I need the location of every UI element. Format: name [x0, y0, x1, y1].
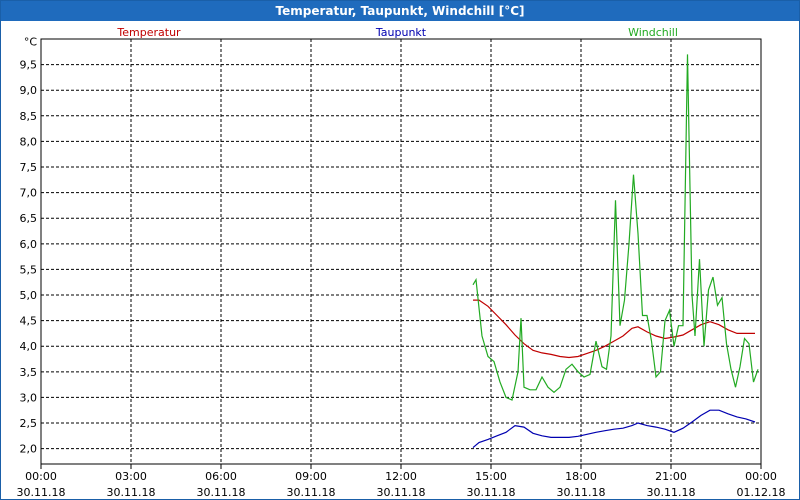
- y-tick-label: 5,5: [20, 263, 38, 276]
- x-tick-date: 30.11.18: [467, 486, 516, 499]
- series-line-temperatur: [473, 299, 755, 359]
- y-tick-label: 8,0: [20, 135, 38, 148]
- legend-taupunkt: Taupunkt: [375, 26, 427, 39]
- chart-svg: 2,0 2,5 3,0 3,5 4,0 4,5 5,0 5,5 6,0 6,5 7,0 7,5 8,0 8…: [17, 26, 786, 499]
- y-tick-label: 9,0: [20, 84, 38, 97]
- x-tick-time: 00:00: [25, 470, 57, 483]
- y-tick-label: 8,5: [20, 110, 38, 123]
- x-tick-time: 18:00: [565, 470, 597, 483]
- x-tick-time: 06:00: [205, 470, 237, 483]
- x-tick-date: 30.11.18: [287, 486, 336, 499]
- y-axis-unit: °C: [24, 36, 38, 49]
- y-tick-label: 3,5: [20, 366, 38, 379]
- legend-windchill: Windchill: [628, 26, 678, 39]
- x-tick-date: 30.11.18: [377, 486, 426, 499]
- y-tick-label: 4,5: [20, 315, 38, 328]
- x-tick-date: 30.11.18: [17, 486, 66, 499]
- x-tick-time: 21:00: [655, 470, 687, 483]
- legend-temperatur: Temperatur: [116, 26, 181, 39]
- y-tick-label: 9,5: [20, 59, 38, 72]
- x-tick-date: 30.11.18: [557, 486, 606, 499]
- y-tick-label: 6,0: [20, 238, 38, 251]
- y-tick-label: 7,5: [20, 161, 38, 174]
- x-tick-time: 00:00: [745, 470, 777, 483]
- x-tick-date: 01.12.18: [737, 486, 786, 499]
- x-tick-time: 12:00: [385, 470, 417, 483]
- y-tick-label: 7,0: [20, 187, 38, 200]
- series-line-windchill: [472, 54, 759, 401]
- x-tick-date: 30.11.18: [107, 486, 156, 499]
- y-tick-label: 5,0: [20, 289, 38, 302]
- y-tick-label: 3,0: [20, 391, 38, 404]
- x-tick-date: 30.11.18: [197, 486, 246, 499]
- window-title: Temperatur, Taupunkt, Windchill [°C]: [1, 1, 799, 21]
- y-tick-label: 2,5: [20, 417, 38, 430]
- x-tick-time: 03:00: [115, 470, 147, 483]
- chart-window: Temperatur, Taupunkt, Windchill [°C] 2,0…: [0, 0, 800, 500]
- series-line-taupunkt: [472, 409, 756, 449]
- y-tick-label: 4,0: [20, 340, 38, 353]
- x-tick-time: 09:00: [295, 470, 327, 483]
- x-tick-time: 15:00: [475, 470, 507, 483]
- y-tick-label: 6,5: [20, 212, 38, 225]
- y-tick-label: 2,0: [20, 443, 38, 456]
- x-tick-date: 30.11.18: [647, 486, 696, 499]
